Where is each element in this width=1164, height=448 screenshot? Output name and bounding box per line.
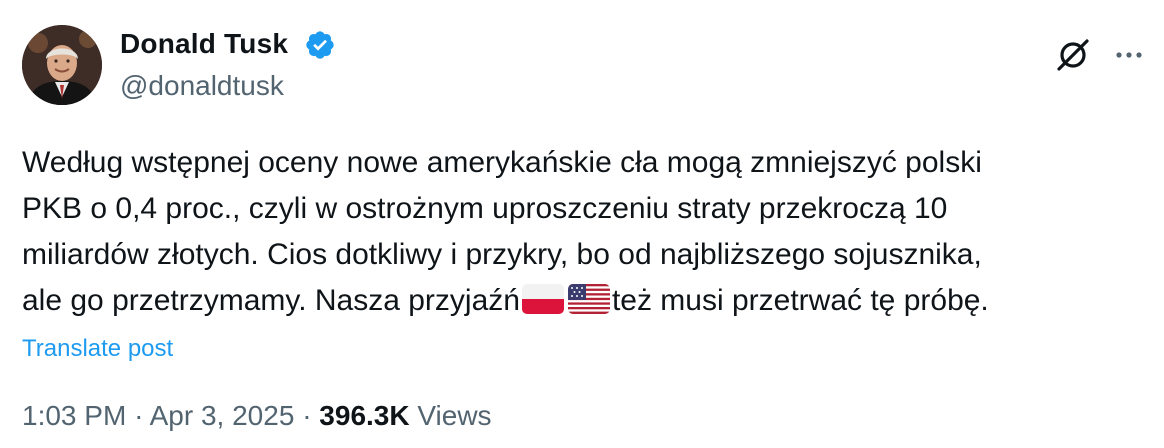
tweet-time[interactable]: 1:03 PM — [22, 400, 126, 431]
flag-usa-icon — [567, 284, 610, 314]
tweet-line: Według wstępnej oceny nowe amerykańskie … — [22, 146, 982, 179]
avatar[interactable] — [22, 25, 102, 105]
tweet-date[interactable]: Apr 3, 2025 — [150, 400, 295, 431]
translate-post-link[interactable]: Translate post — [22, 335, 173, 363]
tweet-line-with-flags: ale go przetrzymamy. Nasza przyjaźń też … — [22, 278, 1142, 324]
meta-separator: · — [134, 400, 144, 431]
tweet-line-tail: też musi przetrwać tę próbę. — [611, 284, 989, 317]
views-count[interactable]: 396.3K — [319, 400, 409, 431]
tweet-text: Według wstępnej oceny nowe amerykańskie … — [22, 140, 1142, 324]
tweet-line: PKB o 0,4 proc., czyli w ostrożnym upros… — [22, 192, 948, 225]
verified-badge-icon — [306, 31, 334, 59]
avatar-photo — [22, 25, 102, 105]
author-display-name[interactable]: Donald Tusk — [120, 28, 288, 60]
flag-poland-icon — [521, 284, 564, 314]
views-label: Views — [417, 400, 492, 431]
tweet-line-text: ale go przetrzymamy. Nasza przyjaźń — [22, 284, 520, 317]
meta-separator: · — [302, 400, 312, 431]
tweet-line: miliardów złotych. Cios dotkliwy i przyk… — [22, 238, 982, 271]
grok-icon[interactable] — [1054, 36, 1092, 74]
more-icon[interactable] — [1112, 38, 1146, 72]
author-handle[interactable]: @donaldtusk — [120, 70, 284, 102]
tweet-meta: 1:03 PM · Apr 3, 2025 · 396.3K Views — [22, 400, 492, 432]
